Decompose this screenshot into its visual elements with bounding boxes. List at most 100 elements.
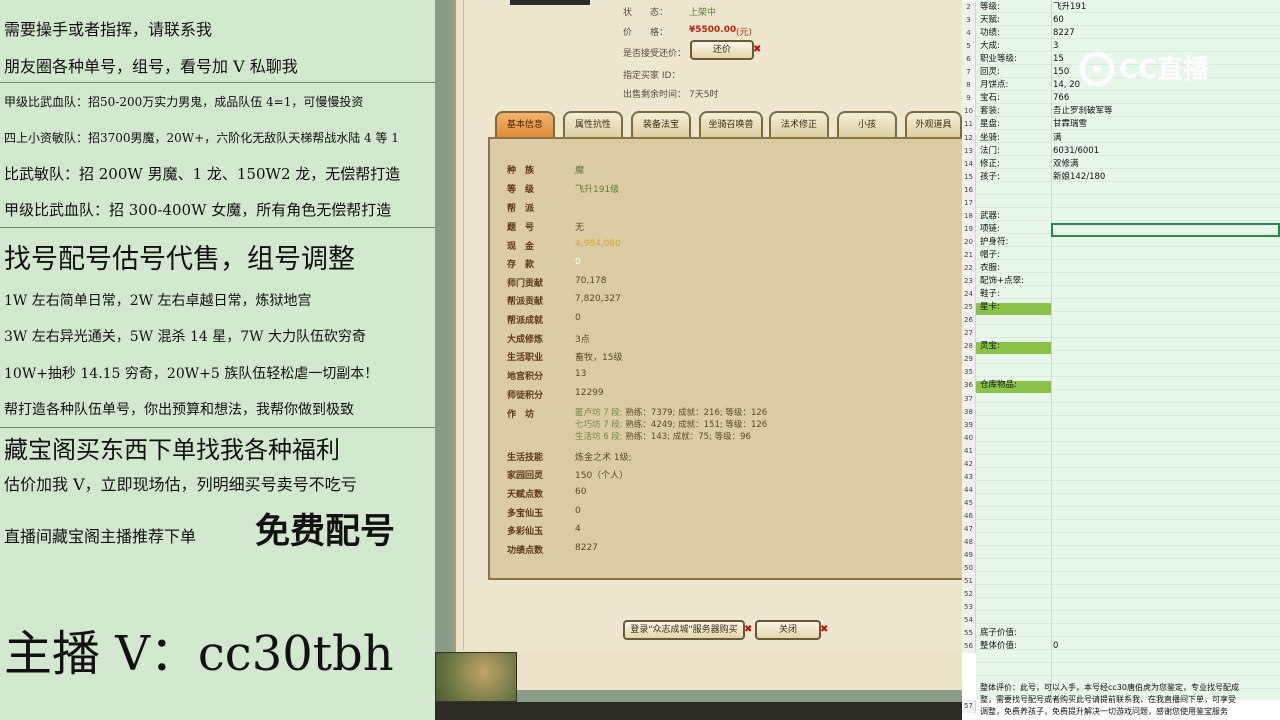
cell-label[interactable]: 护身符: <box>980 236 1008 249</box>
cell-value[interactable]: 6031/6001 <box>1053 145 1099 158</box>
selected-cell[interactable] <box>1051 223 1280 237</box>
price-label: 价 格： <box>623 28 669 38</box>
evaluation-line: 整，需要找号配号或者购买此号请提前联系我，在我直播间下单，可享受 <box>980 695 1236 704</box>
cell-label[interactable]: 月饼点: <box>980 79 1008 92</box>
cell-label[interactable]: 功绩: <box>980 27 1000 40</box>
ad-line: 比武敏队：招 200W 男魔、1 龙、150W2 龙，无偿帮打造 <box>4 165 401 183</box>
cell-value[interactable]: 8227 <box>1053 27 1075 40</box>
workshop-name: 生活坊 6 段; <box>575 432 623 442</box>
cell-value[interactable]: 0 <box>1053 640 1058 653</box>
cell-label[interactable]: 仓库物品: <box>980 379 1017 392</box>
cell-value[interactable]: 766 <box>1053 92 1069 105</box>
close-button[interactable]: 关闭 <box>755 620 821 640</box>
cell-label[interactable]: 修正: <box>980 158 1000 171</box>
divider <box>0 427 435 428</box>
ad-line: 1W 左右简单日常，2W 左右卓越日常，炼狱地宫 <box>4 293 312 309</box>
cell-label[interactable]: 项链: <box>980 223 1000 236</box>
cell-label[interactable]: 配饰+点翠: <box>980 275 1024 288</box>
row-number: 50 <box>962 562 976 576</box>
achv-label: 成就： <box>678 420 704 430</box>
row-key: 帮派贡献 <box>507 297 544 307</box>
row-value: 飞升191级 <box>575 185 620 195</box>
cell-label[interactable]: 帽子: <box>980 249 1000 262</box>
row-key: 师徒积分 <box>507 391 544 401</box>
row-number: 57 <box>962 700 976 713</box>
cell-label[interactable]: 星盘: <box>980 118 1000 131</box>
cell-value[interactable]: 150 <box>1053 66 1069 79</box>
evaluation-line: 整体评价：此号，可以入手，本号经cc30唐伯虎为您鉴定，专业找号配成 <box>980 683 1239 692</box>
cell-value[interactable]: 甘霖瑞雪 <box>1053 118 1087 131</box>
spreadsheet[interactable]: 2 等级: 飞升191 3 天赋: 60 4 功绩: 8227 5 大成: 3 6 职业等级: 15 7 回灵:… <box>962 0 1280 720</box>
cc-live-logo: CC直播 <box>1079 51 1210 87</box>
row-value: 60 <box>575 487 587 497</box>
cell-label[interactable]: 回灵: <box>980 66 1000 79</box>
row-key: 生活技能 <box>507 453 544 463</box>
cell-label[interactable]: 大成: <box>980 40 1000 53</box>
row-value: 13 <box>575 369 587 379</box>
row-key: 等 级 <box>507 185 535 195</box>
row-number: 41 <box>962 444 976 458</box>
cell-label[interactable]: 职业等级: <box>980 53 1017 66</box>
ad-line: 朋友圈各种单号，组号，看号加 V 私聊我 <box>4 57 298 76</box>
ad-line: 估价加我 V，立即现场估，列明细买号卖号不吃亏 <box>4 475 357 494</box>
tab-equipment[interactable]: 装备法宝 <box>631 111 691 137</box>
bargain-button[interactable]: 还价 <box>690 40 754 60</box>
row-number: 48 <box>962 536 976 550</box>
row-key: 存 款 <box>507 260 535 270</box>
cell-value[interactable]: 吾止罗刹破军等 <box>1053 105 1113 118</box>
row-key: 大成修炼 <box>507 335 544 345</box>
row-number: 39 <box>962 418 976 432</box>
level-label: 等级： <box>725 420 751 430</box>
cell-label[interactable]: 灵宝: <box>980 340 1000 353</box>
row-number: 56 <box>962 640 976 654</box>
row-number: 44 <box>962 483 976 497</box>
cell-label[interactable]: 武器: <box>980 210 1000 223</box>
cell-label[interactable]: 坐骑: <box>980 132 1000 145</box>
status-label: 状 态： <box>623 8 669 18</box>
row-number: 35 <box>962 366 976 380</box>
tab-child[interactable]: 小孩 <box>837 111 897 137</box>
price-unit: (元) <box>736 28 753 38</box>
skill-value: 143; <box>650 432 670 442</box>
tab-spells[interactable]: 法术修正 <box>769 111 829 137</box>
cell-label[interactable]: 天赋: <box>980 14 1000 27</box>
row-number: 24 <box>962 288 976 302</box>
row-value: 炼金之术 1级; <box>575 453 632 463</box>
row-number: 26 <box>962 314 976 328</box>
cell-label[interactable]: 法门: <box>980 145 1000 158</box>
row-key: 作 坊 <box>507 410 535 420</box>
cell-label[interactable]: 鞋子: <box>980 288 1000 301</box>
cell-label[interactable]: 星卡: <box>980 301 1000 314</box>
row-number: 52 <box>962 588 976 602</box>
tab-mounts-pets[interactable]: 坐骑召唤兽 <box>699 111 763 137</box>
row-key: 生活职业 <box>507 353 544 363</box>
row-key: 地宫积分 <box>507 372 544 382</box>
ad-line: 甲级比武血队：招 300-400W 女魔，所有角色无偿帮打造 <box>4 201 392 219</box>
tab-attributes[interactable]: 属性抗性 <box>563 111 623 137</box>
row-number: 13 <box>962 144 976 158</box>
cell-value[interactable]: 新娘142/180 <box>1053 171 1105 184</box>
login-purchase-button[interactable]: 登录"众志成城"服务器购买 <box>623 620 745 640</box>
cell-label[interactable]: 等级: <box>980 1 1000 14</box>
cell-label[interactable]: 衣服: <box>980 262 1000 275</box>
cell-label[interactable]: 底子价值: <box>980 627 1017 640</box>
cell-value[interactable]: 双修满 <box>1053 158 1079 171</box>
row-number: 2 <box>962 1 976 14</box>
cell-label[interactable]: 孩子: <box>980 171 1000 184</box>
row-number: 17 <box>962 196 976 210</box>
cell-value[interactable]: 飞升191 <box>1053 1 1086 14</box>
cell-label[interactable]: 整体价值: <box>980 640 1017 653</box>
row-number: 15 <box>962 170 976 184</box>
logo-dot <box>1093 65 1101 73</box>
tab-basic-info[interactable]: 基本信息 <box>495 111 555 137</box>
cell-label[interactable]: 宝石: <box>980 92 1000 105</box>
overall-evaluation: 整体评价：此号，可以入手，本号经cc30唐伯虎为您鉴定，专业找号配成 整，需要找… <box>980 682 1280 718</box>
cell-value[interactable]: 15 <box>1053 53 1064 66</box>
cell-label[interactable]: 套装: <box>980 105 1000 118</box>
cell-value[interactable]: 满 <box>1053 132 1062 145</box>
cell-value[interactable]: 3 <box>1053 40 1058 53</box>
tab-appearance[interactable]: 外观道具 <box>905 111 962 137</box>
row-value: 4 <box>575 524 581 534</box>
skill-label: 熟练： <box>625 432 651 442</box>
cell-value[interactable]: 60 <box>1053 14 1064 27</box>
